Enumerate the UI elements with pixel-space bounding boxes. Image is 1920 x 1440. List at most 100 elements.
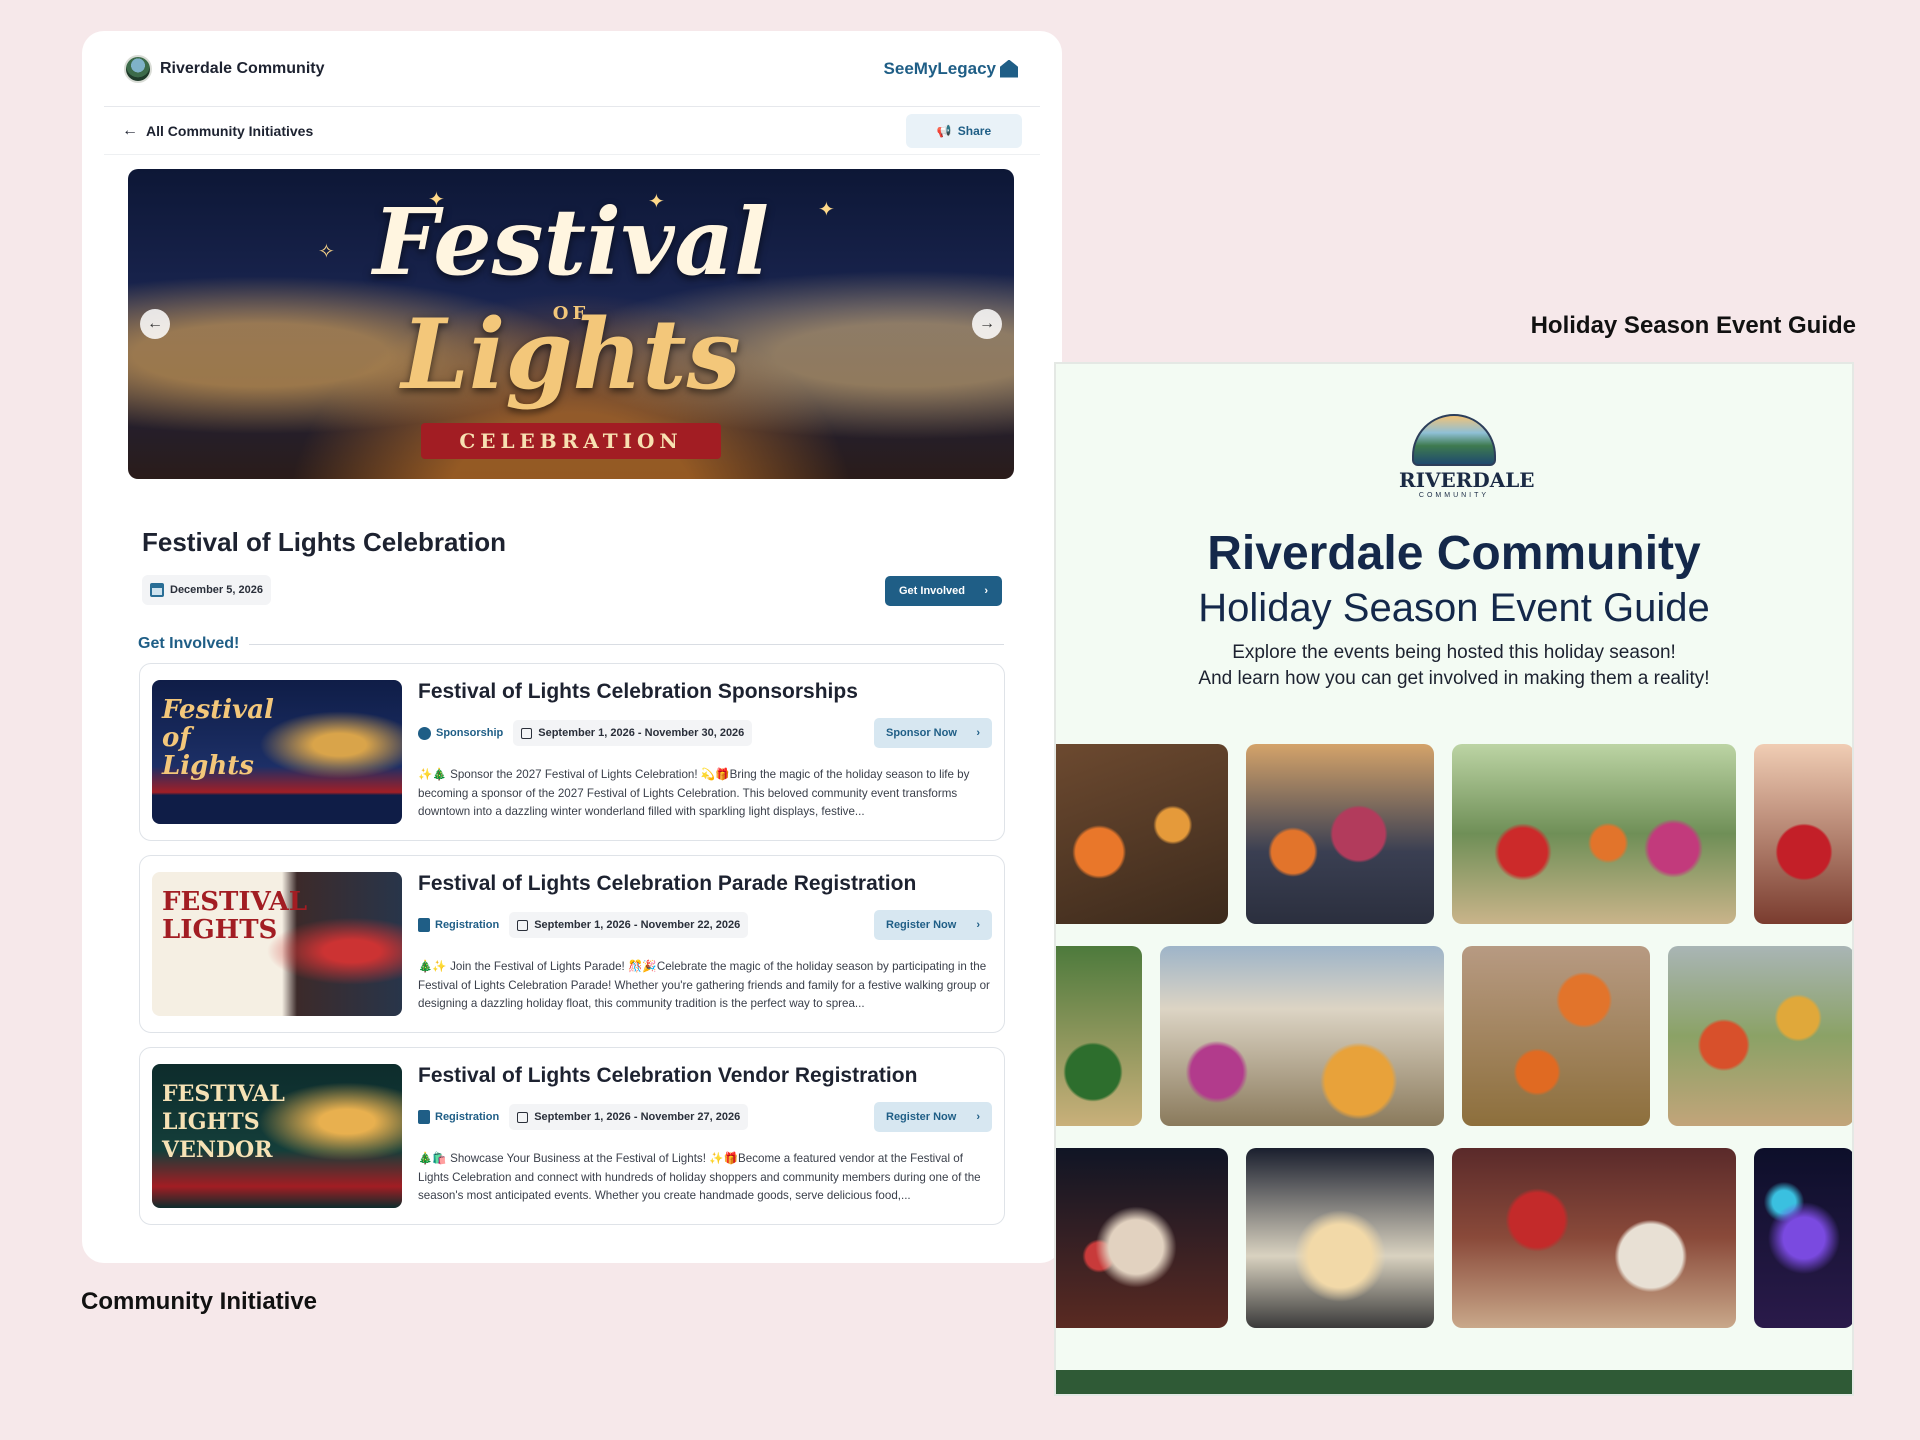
sub-bar: ← All Community Initiatives 📢 Share: [104, 107, 1040, 155]
hero-ribbon: CELEBRATION: [421, 423, 721, 459]
opportunity-date-range: September 1, 2026 - November 27, 2026: [509, 1104, 749, 1130]
opportunity-title: Festival of Lights Celebration Sponsorsh…: [418, 680, 858, 703]
opportunity-button-label: Register Now: [886, 919, 957, 931]
opportunity-card[interactable]: FESTIVAL LIGHTS VENDOR Festival of Light…: [139, 1047, 1005, 1225]
photo-hayride: [1056, 946, 1142, 1126]
thumbnail-text: FESTIVAL LIGHTS VENDOR: [162, 1081, 285, 1163]
get-involved-label: Get Involved: [899, 585, 966, 597]
photo-fall-market: [1160, 946, 1444, 1126]
photo-lighted-float: [1056, 1148, 1228, 1328]
photo-pumpkin-hay: [1462, 946, 1650, 1126]
caption-event-guide: Holiday Season Event Guide: [1530, 312, 1856, 339]
hero-of: OF: [552, 303, 590, 324]
top-bar: Riverdale Community SeeMyLegacy: [104, 31, 1040, 107]
carousel-next-button[interactable]: →: [972, 309, 1002, 339]
opportunity-date-range: September 1, 2026 - November 22, 2026: [509, 912, 749, 938]
share-label: Share: [957, 123, 992, 138]
get-involved-section-heading: Get Involved!: [138, 635, 1004, 653]
section-heading: Get Involved!: [138, 635, 240, 652]
thumbnail-text: Festival of Lights: [162, 695, 274, 781]
opportunity-thumbnail: FESTIVAL LIGHTS VENDOR: [152, 1064, 402, 1208]
register-now-button[interactable]: Register Now ›: [874, 910, 992, 940]
opportunity-meta: Registration September 1, 2026 - Novembe…: [418, 1104, 749, 1130]
opportunity-title: Festival of Lights Celebration Parade Re…: [418, 872, 917, 895]
divider: [249, 643, 1004, 645]
opportunity-button-label: Register Now: [886, 1111, 957, 1123]
calendar-icon: [521, 727, 533, 739]
opportunity-card[interactable]: Festival of Lights Festival of Lights Ce…: [139, 663, 1005, 841]
arrow-right-icon: →: [979, 315, 995, 332]
get-involved-button[interactable]: Get Involved ›: [885, 576, 1002, 606]
logo-subtext: COMMUNITY: [1418, 492, 1490, 499]
guide-description-line: And learn how you can get involved in ma…: [1198, 668, 1710, 689]
event-date: December 5, 2026: [170, 584, 263, 596]
opportunity-tag: Registration: [418, 1104, 499, 1130]
community-brand[interactable]: Riverdale Community: [124, 54, 325, 83]
community-logo-icon: [124, 54, 152, 83]
opportunity-tag: Sponsorship: [418, 720, 503, 746]
event-date-chip: December 5, 2026: [142, 575, 271, 605]
photo-decorated-house: [1246, 1148, 1434, 1328]
calendar-icon: [517, 1111, 529, 1123]
partner-brand[interactable]: SeeMyLegacy: [884, 59, 1018, 79]
opportunity-range-label: September 1, 2026 - November 27, 2026: [534, 1111, 741, 1123]
caption-community-initiative: Community Initiative: [81, 1288, 318, 1315]
guide-title: Riverdale Community: [1207, 527, 1701, 580]
photo-fall-festival-aerial: [1668, 946, 1852, 1126]
calendar-icon: [150, 583, 164, 597]
community-name: Riverdale Community: [160, 59, 325, 77]
guide-description-line: Explore the events being hosted this hol…: [1232, 642, 1676, 663]
partner-brand-label: SeeMyLegacy: [883, 58, 996, 78]
opportunity-description: 🎄🛍️ Showcase Your Business at the Festiv…: [418, 1152, 981, 1202]
riverdale-emblem-icon: [1412, 414, 1496, 466]
house-icon: [1000, 59, 1018, 78]
opportunity-tag-label: Registration: [435, 1111, 500, 1123]
photo-trick-or-treaters: [1452, 744, 1736, 924]
chevron-right-icon: ›: [976, 919, 980, 931]
opportunity-thumbnail: FESTIVAL LIGHTS: [152, 872, 402, 1016]
hero-carousel: ✦ ✦ ✧ ✦ Festival Lights OF CELEBRATION ←…: [128, 169, 1014, 479]
photo-halloween-kids: [1754, 744, 1852, 924]
opportunity-tag: Registration: [418, 912, 499, 938]
back-link-label: All Community Initiatives: [146, 122, 314, 139]
opportunity-tag-label: Sponsorship: [436, 727, 504, 739]
opportunity-meta: Registration September 1, 2026 - Novembe…: [418, 912, 749, 938]
opportunity-description: 🎄✨ Join the Festival of Lights Parade! 🎊…: [418, 960, 990, 1010]
arrow-left-icon: ←: [147, 315, 163, 332]
photo-trunk-or-treat: [1246, 744, 1434, 924]
event-guide-cover[interactable]: RIVERDALE COMMUNITY Riverdale Community …: [1054, 362, 1854, 1396]
thumbnail-text: FESTIVAL LIGHTS: [162, 887, 308, 945]
photo-holiday-market: [1452, 1148, 1736, 1328]
opportunity-tag-label: Registration: [435, 919, 500, 931]
riverdale-logo: RIVERDALE COMMUNITY: [1399, 414, 1535, 499]
event-title: Festival of Lights Celebration: [142, 527, 507, 557]
carousel-prev-button[interactable]: ←: [140, 309, 170, 339]
opportunity-button-label: Sponsor Now: [886, 727, 957, 739]
opportunity-range-label: September 1, 2026 - November 22, 2026: [534, 919, 741, 931]
chevron-right-icon: ›: [976, 1111, 980, 1123]
photo-pumpkins: [1056, 744, 1228, 924]
share-button[interactable]: 📢 Share: [906, 113, 1022, 148]
clipboard-icon: [418, 1110, 430, 1124]
arrow-left-icon: ←: [122, 121, 138, 139]
opportunity-meta: Sponsorship September 1, 2026 - November…: [418, 720, 753, 746]
verified-badge-icon: [418, 726, 431, 740]
calendar-icon: [517, 919, 529, 931]
opportunity-range-label: September 1, 2026 - November 30, 2026: [538, 727, 745, 739]
opportunity-title: Festival of Lights Celebration Vendor Re…: [418, 1064, 918, 1087]
megaphone-icon: 📢: [936, 123, 952, 138]
opportunity-card[interactable]: FESTIVAL LIGHTS Festival of Lights Celeb…: [139, 855, 1005, 1033]
opportunity-thumbnail: Festival of Lights: [152, 680, 402, 824]
sponsor-now-button[interactable]: Sponsor Now ›: [874, 718, 992, 748]
guide-subtitle: Holiday Season Event Guide: [1198, 586, 1710, 630]
clipboard-icon: [418, 918, 430, 932]
chevron-right-icon: ›: [976, 727, 980, 739]
register-now-button[interactable]: Register Now ›: [874, 1102, 992, 1132]
opportunity-date-range: September 1, 2026 - November 30, 2026: [513, 720, 753, 746]
opportunity-description: ✨🎄 Sponsor the 2027 Festival of Lights C…: [418, 768, 970, 818]
guide-footer-bar: [1056, 1370, 1852, 1394]
back-link[interactable]: ← All Community Initiatives: [122, 122, 313, 140]
initiative-card: Riverdale Community SeeMyLegacy ← All Co…: [82, 31, 1062, 1263]
chevron-right-icon: ›: [984, 585, 988, 597]
guide-description: Explore the events being hosted this hol…: [1056, 640, 1852, 692]
